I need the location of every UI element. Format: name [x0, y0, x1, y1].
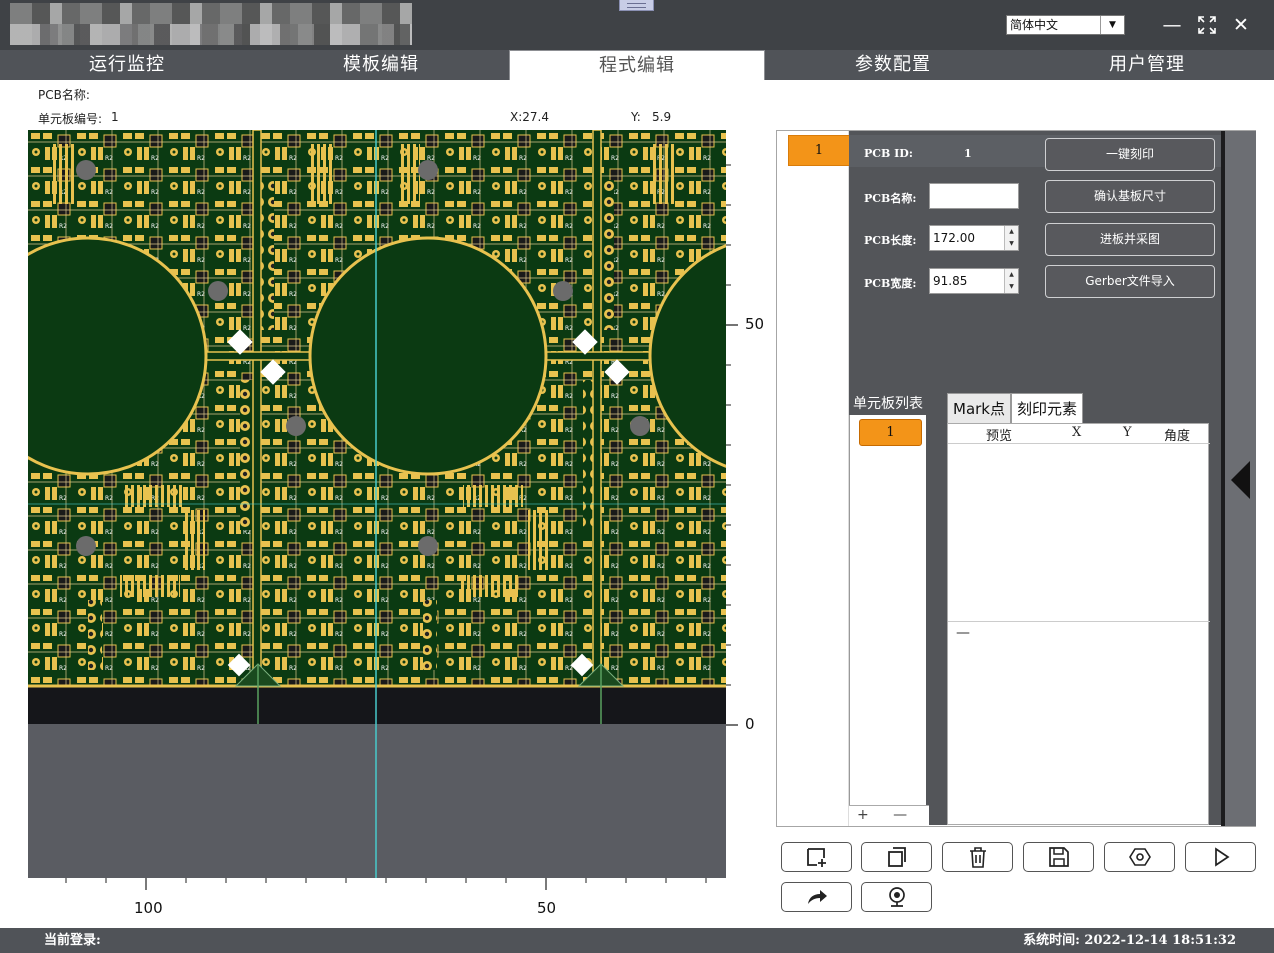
- column-preview: 预览: [986, 429, 1013, 444]
- tab-mark-points[interactable]: Mark点: [947, 393, 1011, 423]
- column-angle: 角度: [1164, 429, 1191, 444]
- table-header: 预览 X Y 角度: [948, 424, 1210, 444]
- pcb-parameter-area: PCB ID: 1 PCB名称: PCB长度: 172.00 ▲ ▼ PCB宽度:…: [849, 131, 1243, 393]
- language-select[interactable]: 简体中文 ▼: [1006, 15, 1125, 35]
- unit-board-list: 1: [849, 415, 929, 825]
- add-frame-button[interactable]: [781, 842, 852, 872]
- language-select-value: 简体中文: [1010, 18, 1059, 32]
- delete-icon: [969, 847, 986, 868]
- fullscreen-icon[interactable]: [1195, 13, 1219, 37]
- table-footer-dash: —: [956, 625, 970, 641]
- delete-button[interactable]: [942, 842, 1013, 872]
- panel-collapse-strip[interactable]: [1225, 131, 1256, 826]
- pcb-width-value: 91.85: [933, 274, 968, 288]
- pcb-name-field[interactable]: [929, 183, 1019, 209]
- y-coordinate-value: 5.9: [652, 110, 672, 124]
- board-item-1[interactable]: 1: [788, 135, 850, 166]
- camera-button[interactable]: [861, 882, 932, 912]
- one-key-engrave-button[interactable]: 一键刻印: [1045, 138, 1215, 171]
- pcb-name-field-label: PCB名称:: [864, 192, 917, 205]
- tab-engrave-elements[interactable]: 刻印元素: [1011, 393, 1084, 423]
- ruler-label-100: 100: [134, 899, 163, 917]
- save-button[interactable]: [1023, 842, 1094, 872]
- program-edit-panel: 1 PCB ID: 1 PCB名称: PCB长度: 172.00 ▲ ▼ PCB宽…: [776, 130, 1256, 827]
- tab-run-monitor[interactable]: 运行监控: [0, 50, 254, 80]
- table-body[interactable]: [948, 445, 1210, 622]
- collapse-left-arrow-icon[interactable]: [1231, 461, 1250, 499]
- gerber-import-button[interactable]: Gerber文件导入: [1045, 265, 1215, 298]
- unit-board-list-title: 单元板列表: [849, 393, 929, 415]
- feed-and-capture-button[interactable]: 进板并采图: [1045, 223, 1215, 256]
- ruler-label-50: 50: [537, 899, 557, 917]
- pcb-name-label: PCB名称:: [38, 88, 90, 102]
- pcb-board-image: R2: [28, 130, 726, 878]
- close-icon[interactable]: ✕: [1229, 13, 1253, 37]
- status-bar: 当前登录: 系统时间: 2022-12-14 18:51:32: [0, 928, 1274, 953]
- pcb-id-value: 1: [964, 147, 972, 160]
- unit-board-no-value: 1: [111, 110, 119, 124]
- current-login-label: 当前登录:: [44, 933, 101, 948]
- camera-icon: [888, 887, 905, 907]
- play-icon: [1214, 847, 1230, 867]
- redo-arrow-icon: [807, 890, 827, 904]
- chevron-down-icon[interactable]: ▼: [1100, 16, 1124, 34]
- add-frame-icon: [806, 848, 826, 867]
- spin-arrows-icon[interactable]: ▲ ▼: [1004, 269, 1018, 293]
- x-coordinate-readout: X:27.4: [510, 110, 549, 124]
- element-tab-bar: Mark点 刻印元素: [947, 393, 1084, 423]
- vertical-ruler: 50 0: [726, 130, 776, 878]
- pcb-width-label: PCB宽度:: [864, 277, 917, 290]
- copy-icon: [887, 847, 906, 867]
- tab-user-management[interactable]: 用户管理: [1020, 50, 1274, 80]
- save-icon: [1048, 847, 1069, 867]
- column-x: X: [1072, 425, 1082, 440]
- hexagon-button[interactable]: [1104, 842, 1175, 872]
- hexagon-icon: [1128, 848, 1151, 866]
- copy-button[interactable]: [861, 842, 932, 872]
- redo-button[interactable]: [781, 882, 852, 912]
- system-time: 系统时间: 2022-12-14 18:51:32: [1023, 933, 1236, 948]
- column-y: Y: [1123, 425, 1132, 440]
- ruler-label-50: 50: [745, 315, 765, 333]
- pcb-length-stepper[interactable]: 172.00 ▲ ▼: [929, 225, 1019, 251]
- tab-program-edit[interactable]: 程式编辑: [509, 50, 765, 80]
- unit-list-add-remove[interactable]: + —: [849, 805, 929, 825]
- pcb-width-stepper[interactable]: 91.85 ▲ ▼: [929, 268, 1019, 294]
- drag-handle[interactable]: [619, 0, 654, 11]
- spin-arrows-icon[interactable]: ▲ ▼: [1004, 226, 1018, 250]
- pcb-image-view[interactable]: R2: [28, 130, 726, 878]
- pcb-id-label: PCB ID:: [864, 147, 913, 160]
- unit-board-no-label: 单元板编号:: [38, 112, 103, 126]
- confirm-board-size-button[interactable]: 确认基板尺寸: [1045, 180, 1215, 213]
- board-list: 1: [777, 131, 850, 826]
- pcb-length-label: PCB长度:: [864, 234, 917, 247]
- minimize-icon[interactable]: —: [1160, 13, 1184, 37]
- horizontal-ruler: 100 50: [28, 878, 726, 923]
- tab-param-config[interactable]: 参数配置: [766, 50, 1020, 80]
- engrave-element-table: 预览 X Y 角度 —: [947, 423, 1210, 825]
- main-tab-bar: 运行监控 模板编辑 程式编辑 参数配置 用户管理: [0, 50, 1274, 80]
- title-bar: 简体中文 ▼ — ✕: [0, 0, 1274, 50]
- ruler-label-0: 0: [745, 715, 755, 733]
- pcb-length-value: 172.00: [933, 231, 975, 245]
- panel-separator: [929, 393, 945, 825]
- unit-board-item-1[interactable]: 1: [859, 419, 922, 446]
- app-logo: [10, 3, 412, 45]
- run-button[interactable]: [1185, 842, 1256, 872]
- tab-template-edit[interactable]: 模板编辑: [254, 50, 508, 80]
- y-coordinate-label: Y:: [631, 110, 641, 124]
- element-tabs-area: Mark点 刻印元素 预览 X Y 角度 —: [945, 393, 1224, 825]
